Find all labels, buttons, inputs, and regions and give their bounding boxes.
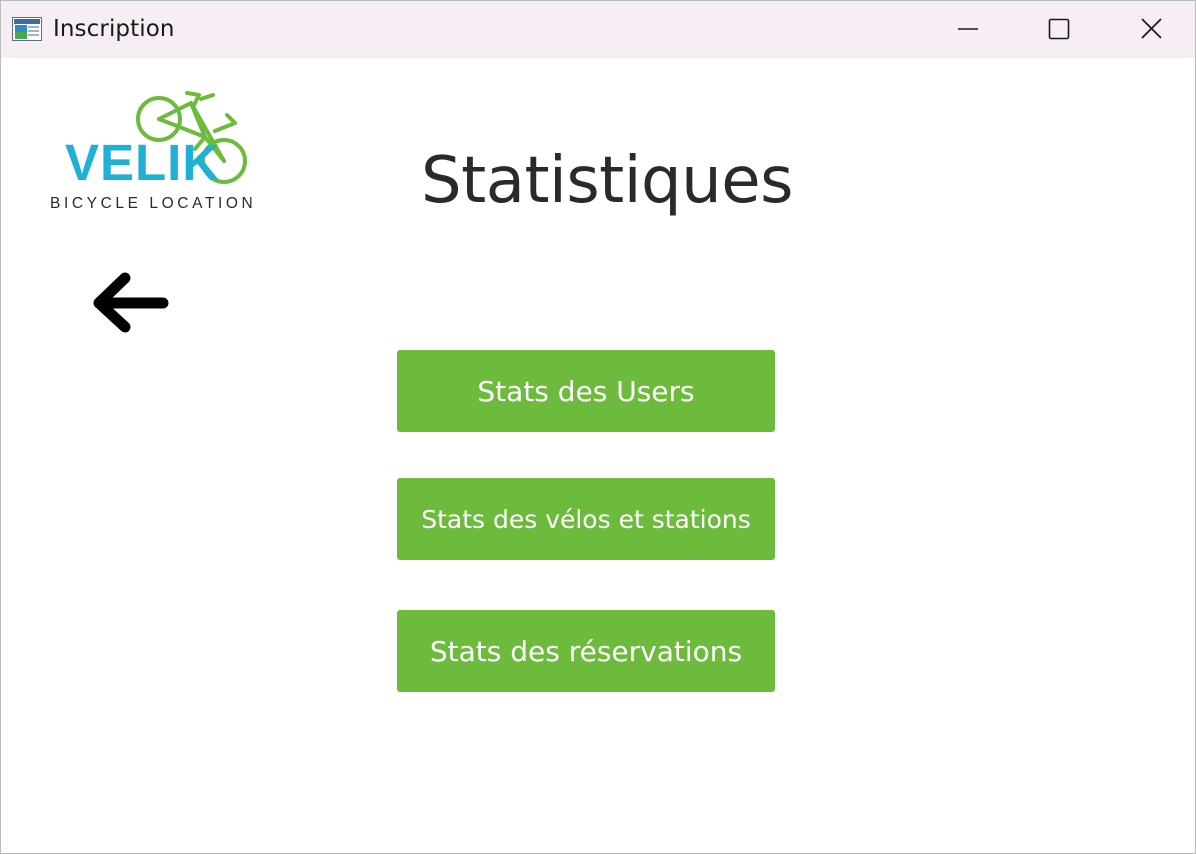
stats-users-label: Stats des Users: [477, 374, 695, 408]
close-icon: [1141, 18, 1162, 39]
title-bar[interactable]: Inscription: [1, 1, 1195, 58]
logo-tagline: BICYCLE LOCATION: [50, 195, 257, 212]
window-title: Inscription: [53, 16, 175, 42]
app-window: Inscription VELIK BICYCLE LOCATION Stati…: [0, 0, 1196, 854]
app-window-icon: [12, 17, 42, 41]
logo-brand: VELIK: [65, 134, 221, 191]
maximize-icon: [1048, 18, 1070, 40]
stats-reservations-button[interactable]: Stats des réservations: [397, 610, 775, 692]
close-button[interactable]: [1105, 1, 1196, 58]
minimize-icon: [958, 28, 978, 30]
minimize-button[interactable]: [921, 1, 1013, 58]
maximize-button[interactable]: [1013, 1, 1105, 58]
stats-velos-stations-button[interactable]: Stats des vélos et stations: [397, 478, 775, 560]
page-title: Statistiques: [421, 144, 793, 218]
velik-logo: VELIK BICYCLE LOCATION: [49, 89, 281, 217]
arrow-left-icon: [93, 272, 169, 333]
stats-velos-stations-label: Stats des vélos et stations: [421, 504, 751, 534]
stats-reservations-label: Stats des réservations: [429, 634, 743, 668]
stats-users-button[interactable]: Stats des Users: [397, 350, 775, 432]
back-button[interactable]: [87, 269, 175, 337]
